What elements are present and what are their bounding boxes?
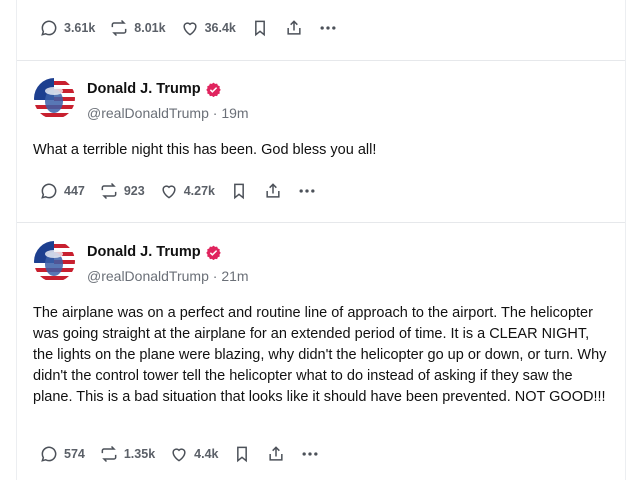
verified-icon xyxy=(205,245,221,260)
like-count: 36.4k xyxy=(204,21,236,35)
bookmark-button[interactable] xyxy=(250,18,270,38)
share-icon xyxy=(269,446,284,461)
avatar-image xyxy=(34,241,75,282)
heart-icon xyxy=(182,22,197,36)
avatar[interactable] xyxy=(34,241,75,282)
share-button[interactable] xyxy=(263,181,283,201)
bookmark-button[interactable] xyxy=(232,444,252,464)
author-name-text: Donald J. Trump xyxy=(87,81,201,97)
repost-button[interactable]: 923 xyxy=(99,181,145,201)
post-feed: 3.61k 8.01k 36.4k Donald J. Trump @realD… xyxy=(16,0,626,480)
bookmark-icon xyxy=(254,20,265,37)
avatar[interactable] xyxy=(34,78,75,119)
post-actions: 447 923 4.27k xyxy=(39,179,331,203)
author-meta: @realDonaldTrump · 21m xyxy=(87,268,249,284)
avatar-image xyxy=(34,78,75,119)
bookmark-icon xyxy=(234,183,244,200)
reply-button[interactable]: 447 xyxy=(39,181,85,201)
author-handle[interactable]: @realDonaldTrump xyxy=(87,268,209,284)
post-item[interactable]: 3.61k 8.01k 36.4k xyxy=(17,0,625,60)
author-name-text: Donald J. Trump xyxy=(87,244,201,260)
post-time[interactable]: 19m xyxy=(221,105,248,121)
reply-count: 574 xyxy=(64,447,85,461)
author-meta: @realDonaldTrump · 19m xyxy=(87,105,249,121)
share-button[interactable] xyxy=(266,444,286,464)
reply-icon xyxy=(41,183,57,199)
like-button[interactable]: 36.4k xyxy=(180,18,236,38)
post-time[interactable]: 21m xyxy=(221,268,248,284)
post-text: What a terrible night this has been. God… xyxy=(33,142,377,158)
reply-button[interactable]: 3.61k xyxy=(39,18,95,38)
share-icon xyxy=(287,20,301,35)
post-actions: 574 1.35k 4.4k xyxy=(39,442,334,466)
share-button[interactable] xyxy=(284,18,304,38)
verified-icon xyxy=(205,82,221,97)
author-name[interactable]: Donald J. Trump xyxy=(87,244,221,260)
repost-button[interactable]: 8.01k xyxy=(109,18,166,38)
more-button[interactable] xyxy=(318,18,338,38)
more-icon xyxy=(299,189,315,193)
more-icon xyxy=(302,452,318,456)
more-button[interactable] xyxy=(300,444,320,464)
heart-icon xyxy=(172,448,186,462)
repost-icon xyxy=(111,19,127,37)
reply-button[interactable]: 574 xyxy=(39,444,85,464)
author-name[interactable]: Donald J. Trump xyxy=(87,81,221,97)
like-button[interactable]: 4.4k xyxy=(169,444,218,464)
repost-icon xyxy=(101,445,117,463)
bookmark-icon xyxy=(237,446,248,463)
repost-count: 1.35k xyxy=(123,447,156,461)
reply-count: 3.61k xyxy=(64,21,96,35)
repost-icon xyxy=(101,182,117,200)
more-button[interactable] xyxy=(297,181,317,201)
author-handle[interactable]: @realDonaldTrump xyxy=(87,105,209,121)
bookmark-button[interactable] xyxy=(229,181,249,201)
repost-count: 923 xyxy=(123,184,145,198)
post-item[interactable]: Donald J. Trump @realDonaldTrump · 19m W… xyxy=(17,60,625,223)
post-text: The airplane was on a perfect and routin… xyxy=(33,305,607,405)
reply-icon xyxy=(41,446,57,462)
share-icon xyxy=(266,183,280,198)
like-count: 4.27k xyxy=(183,184,215,198)
reply-icon xyxy=(41,20,57,36)
reply-count: 447 xyxy=(64,184,85,198)
like-button[interactable]: 4.27k xyxy=(159,181,215,201)
more-icon xyxy=(320,26,336,30)
heart-icon xyxy=(162,185,176,199)
post-actions: 3.61k 8.01k 36.4k xyxy=(39,16,352,40)
post-item[interactable]: Donald J. Trump @realDonaldTrump · 21m T… xyxy=(17,222,625,481)
repost-button[interactable]: 1.35k xyxy=(99,444,155,464)
repost-count: 8.01k xyxy=(134,21,166,35)
like-count: 4.4k xyxy=(194,447,219,461)
